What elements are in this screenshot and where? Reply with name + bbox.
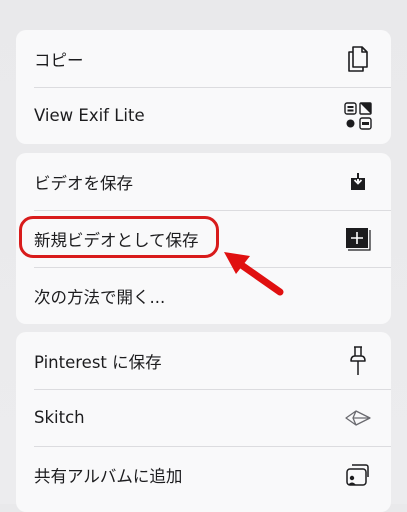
open-in-label: 次の方法で開く... [34, 287, 166, 307]
save-video-label: ビデオを保存 [34, 173, 133, 193]
save-download-icon [343, 167, 373, 197]
red-arrow-icon [224, 252, 284, 296]
pushpin-icon [343, 345, 373, 376]
copy-label: コピー [34, 50, 84, 70]
skitch-action[interactable]: Skitch [16, 389, 391, 446]
menu-group-1: コピー View Exif Lite [16, 30, 391, 144]
skitch-label: Skitch [34, 408, 85, 427]
menu-group-3: Pinterest に保存 Skitch 共有アルバムに追加 [16, 332, 391, 512]
add-to-shared-album-action[interactable]: 共有アルバムに追加 [16, 446, 391, 503]
view-exif-lite-label: View Exif Lite [34, 106, 145, 125]
save-to-pinterest-action[interactable]: Pinterest に保存 [16, 332, 391, 389]
highlight-ring [19, 216, 219, 258]
plus-square-icon [343, 224, 373, 254]
open-in-action[interactable]: 次の方法で開く... [16, 267, 391, 324]
exif-grid-icon [343, 101, 373, 131]
add-to-shared-album-label: 共有アルバムに追加 [34, 466, 183, 486]
view-exif-lite-action[interactable]: View Exif Lite [16, 87, 391, 144]
save-to-pinterest-label: Pinterest に保存 [34, 352, 162, 372]
skitch-arrow-icon [343, 403, 373, 433]
shared-album-icon [343, 460, 373, 490]
copy-icon [343, 44, 373, 74]
save-video-action[interactable]: ビデオを保存 [16, 153, 391, 210]
copy-action[interactable]: コピー [16, 30, 391, 87]
